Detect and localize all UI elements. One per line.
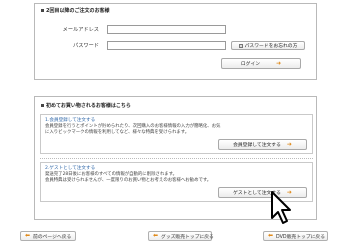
guest-option-text-2: 会員特典は受けられませんが、一度限りのお買い物とお考えのお客様へお勧めです。 (45, 178, 212, 183)
mouse-pointer-icon (271, 191, 291, 224)
password-label: パスワード (73, 43, 99, 49)
forgot-password-button[interactable]: パスワードをお忘れの方 (231, 41, 305, 50)
back-button-label: 前のページへ戻る (33, 234, 72, 240)
login-title-text: 2回目以降のご注文のお客様 (46, 8, 110, 14)
arrow-left-icon: ⬅ (25, 232, 31, 239)
arrow-left-icon: ⬅ (153, 232, 159, 239)
bullet-square-icon (41, 9, 44, 12)
password-field[interactable] (107, 41, 226, 50)
divider (40, 158, 313, 159)
forgot-password-label: パスワードをお忘れの方 (244, 44, 298, 49)
bullet-square-icon (41, 104, 44, 107)
login-button-label: ログイン (240, 62, 261, 67)
arrow-left-icon: ⬅ (268, 232, 274, 239)
first-time-section-title: 初めてお買い物されるお客様はこちら (41, 102, 131, 109)
login-panel: 2回目以降のご注文のお客様 メールアドレス パスワード パスワードをお忘れの方 … (34, 3, 317, 80)
register-option-box: 1.会員登録して注文する 会員登録を行うとポイントが貯められたり、次回購入のお客… (40, 114, 313, 154)
goods-top-button[interactable]: ⬅ グッズ販売トップに戻る (148, 231, 214, 241)
register-option-heading: 1.会員登録して注文する (45, 118, 96, 123)
email-label: メールアドレス (62, 27, 99, 33)
register-button-label: 会員登録して注文する (233, 143, 281, 148)
arrow-right-icon: ➜ (286, 140, 292, 148)
login-section-title: 2回目以降のご注文のお客様 (41, 7, 109, 14)
dvd-top-button[interactable]: ⬅ DVD販売トップに戻る (263, 231, 328, 241)
arrow-right-icon: ➜ (276, 59, 282, 67)
dvd-top-label: DVD販売トップに戻る (276, 234, 325, 240)
back-button[interactable]: ⬅ 前のページへ戻る (20, 231, 76, 241)
guest-option-heading: 2.ゲストとして注文する (45, 166, 96, 171)
login-button[interactable]: ログイン ➜ (221, 58, 301, 69)
goods-top-label: グッズ販売トップに戻る (161, 234, 214, 240)
first-time-title-text: 初めてお買い物されるお客様はこちら (46, 103, 131, 109)
forgot-password-icon (238, 43, 243, 48)
register-and-order-button[interactable]: 会員登録して注文する ➜ (218, 139, 307, 150)
register-option-text-2: に入りビックマークの情報を利用してなど、様々な特典を受けられます。 (45, 130, 190, 135)
email-field[interactable] (107, 25, 226, 34)
